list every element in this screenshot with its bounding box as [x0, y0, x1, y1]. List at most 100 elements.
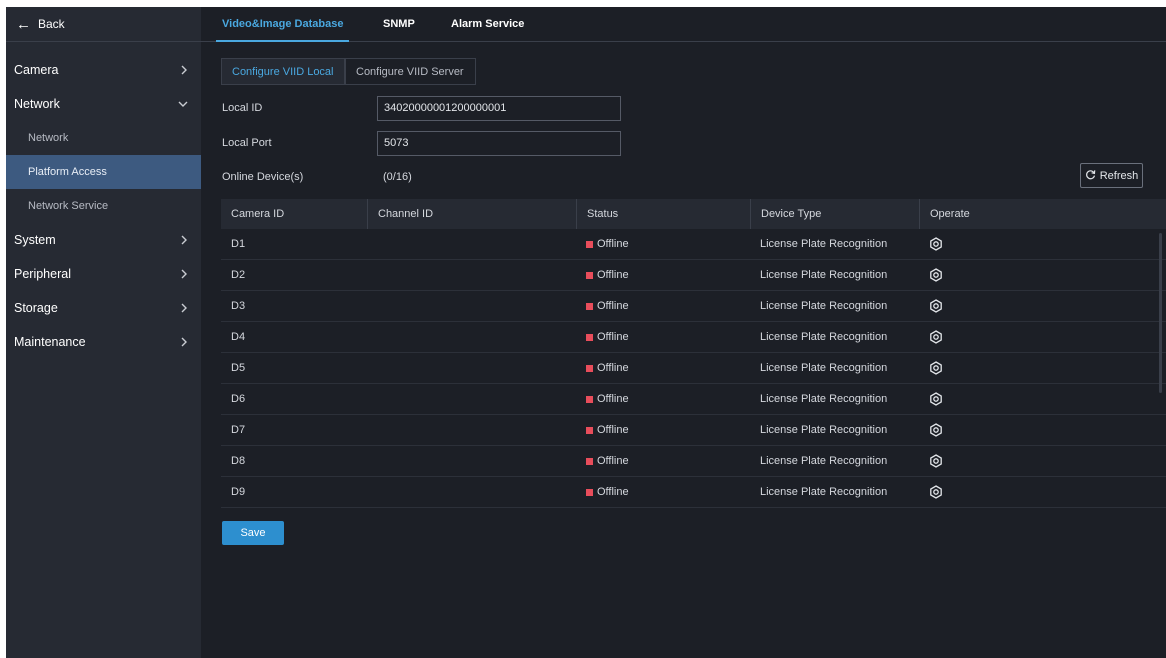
settings-hex-icon[interactable]	[929, 330, 943, 344]
chevron-right-icon	[180, 325, 188, 359]
chevron-down-icon	[178, 87, 188, 121]
local-port-label: Local Port	[222, 137, 272, 149]
table-header: Camera ID Channel ID Status Device Type …	[221, 199, 1166, 229]
cell-device-type: License Plate Recognition	[760, 486, 888, 498]
sidebar-subitem-platform-access[interactable]: Platform Access	[6, 155, 201, 189]
settings-hex-icon[interactable]	[929, 299, 943, 313]
status-offline-indicator	[586, 302, 593, 310]
tab-video-image-database[interactable]: Video&Image Database	[215, 7, 350, 42]
status-offline-indicator	[586, 426, 593, 434]
sidebar-item-camera[interactable]: Camera	[6, 53, 201, 87]
settings-hex-icon[interactable]	[929, 237, 943, 251]
cell-status: Offline	[576, 384, 629, 414]
sidebar-item-peripheral[interactable]: Peripheral	[6, 257, 201, 291]
sidebar: ← Back Camera Network Network Platform A…	[6, 7, 201, 658]
sidebar-subitem-network-service[interactable]: Network Service	[6, 189, 201, 223]
local-port-input[interactable]: 5073	[377, 131, 621, 156]
chevron-right-icon	[180, 223, 188, 257]
sidebar-subitem-network[interactable]: Network	[6, 121, 201, 155]
cell-status: Offline	[576, 322, 629, 352]
cell-operate	[919, 229, 943, 259]
cell-camera-id: D2	[231, 269, 246, 281]
cell-operate	[919, 508, 943, 513]
local-id-input[interactable]: 34020000001200000001	[377, 96, 621, 121]
cell-channel-id	[367, 322, 377, 352]
cell-device-type: License Plate Recognition	[760, 455, 888, 467]
table-row: D9 Offline License Plate Recognition	[221, 477, 1166, 508]
cell-operate	[919, 353, 943, 383]
header-device-type: Device Type	[750, 199, 918, 229]
status-offline-indicator	[586, 364, 593, 372]
chevron-right-icon	[180, 291, 188, 325]
table-row: D8 Offline License Plate Recognition	[221, 446, 1166, 477]
cell-camera-id: D6	[231, 393, 246, 405]
status-text: Offline	[597, 300, 629, 312]
settings-hex-icon[interactable]	[929, 268, 943, 282]
status-text: Offline	[597, 486, 629, 498]
sidebar-item-storage[interactable]: Storage	[6, 291, 201, 325]
status-text: Offline	[597, 393, 629, 405]
table-row: D1 Offline License Plate Recognition	[221, 229, 1166, 260]
cell-device-type: License Plate Recognition	[750, 508, 887, 513]
table-row: D5 Offline License Plate Recognition	[221, 353, 1166, 384]
cell-device-type: License Plate Recognition	[760, 269, 888, 281]
cell-status: Offline	[576, 229, 629, 259]
online-devices-label: Online Device(s)	[222, 171, 304, 183]
status-offline-indicator	[586, 395, 593, 403]
cell-channel-id	[367, 260, 377, 290]
sidebar-item-network[interactable]: Network	[6, 87, 201, 121]
settings-hex-icon[interactable]	[929, 392, 943, 406]
cell-device-type: License Plate Recognition	[760, 331, 888, 343]
tab-configure-viid-server[interactable]: Configure VIID Server	[345, 58, 476, 85]
table-row: D7 Offline License Plate Recognition	[221, 415, 1166, 446]
tab-alarm-service[interactable]: Alarm Service	[451, 7, 524, 41]
settings-hex-icon[interactable]	[929, 361, 943, 375]
refresh-button[interactable]: Refresh	[1080, 163, 1143, 188]
cell-channel-id	[367, 229, 377, 259]
cell-device-type: License Plate Recognition	[760, 393, 888, 405]
cell-status: Offline	[576, 353, 629, 383]
table-row: D6 Offline License Plate Recognition	[221, 384, 1166, 415]
status-offline-indicator	[586, 488, 593, 496]
tab-snmp[interactable]: SNMP	[383, 7, 415, 41]
save-button[interactable]: Save	[222, 521, 284, 545]
settings-hex-icon[interactable]	[929, 454, 943, 468]
online-devices-value: (0/16)	[383, 171, 412, 183]
sidebar-subitem-label: Network	[28, 132, 69, 144]
cell-device-type: License Plate Recognition	[760, 300, 888, 312]
status-offline-indicator	[586, 271, 593, 279]
refresh-icon	[1085, 169, 1096, 183]
cell-operate	[919, 260, 943, 290]
cell-operate	[919, 291, 943, 321]
status-text: Offline	[597, 331, 629, 343]
tab-configure-viid-local[interactable]: Configure VIID Local	[221, 58, 345, 85]
cell-status: Offline	[576, 477, 629, 507]
status-offline-indicator	[586, 457, 593, 465]
cell-status: Offline	[576, 446, 629, 476]
cell-status: Offline	[576, 291, 629, 321]
arrow-left-icon: ←	[16, 15, 31, 33]
cell-channel-id	[367, 446, 377, 476]
cell-device-type: License Plate Recognition	[760, 238, 888, 250]
settings-hex-icon[interactable]	[929, 485, 943, 499]
cell-status: Offline	[576, 260, 629, 290]
chevron-right-icon	[180, 53, 188, 87]
header-camera-id: Camera ID	[231, 208, 285, 220]
status-text: Offline	[597, 269, 629, 281]
sidebar-subitem-label: Network Service	[28, 200, 109, 212]
cell-operate	[919, 384, 943, 414]
refresh-label: Refresh	[1099, 169, 1139, 182]
status-text: Offline	[597, 238, 629, 250]
cell-camera-id: D8	[231, 455, 246, 467]
settings-hex-icon[interactable]	[929, 423, 943, 437]
sidebar-item-system[interactable]: System	[6, 223, 201, 257]
table-row: D2 Offline License Plate Recognition	[221, 260, 1166, 291]
sidebar-item-maintenance[interactable]: Maintenance	[6, 325, 201, 359]
back-button[interactable]: ← Back	[6, 7, 201, 42]
chevron-right-icon	[180, 257, 188, 291]
cell-channel-id	[367, 353, 377, 383]
table-row: D3 Offline License Plate Recognition	[221, 291, 1166, 322]
table-body: D1 Offline License Plate Recognition D2 Offl…	[221, 229, 1166, 513]
table-scrollbar[interactable]	[1159, 233, 1162, 393]
cell-channel-id	[367, 415, 377, 445]
